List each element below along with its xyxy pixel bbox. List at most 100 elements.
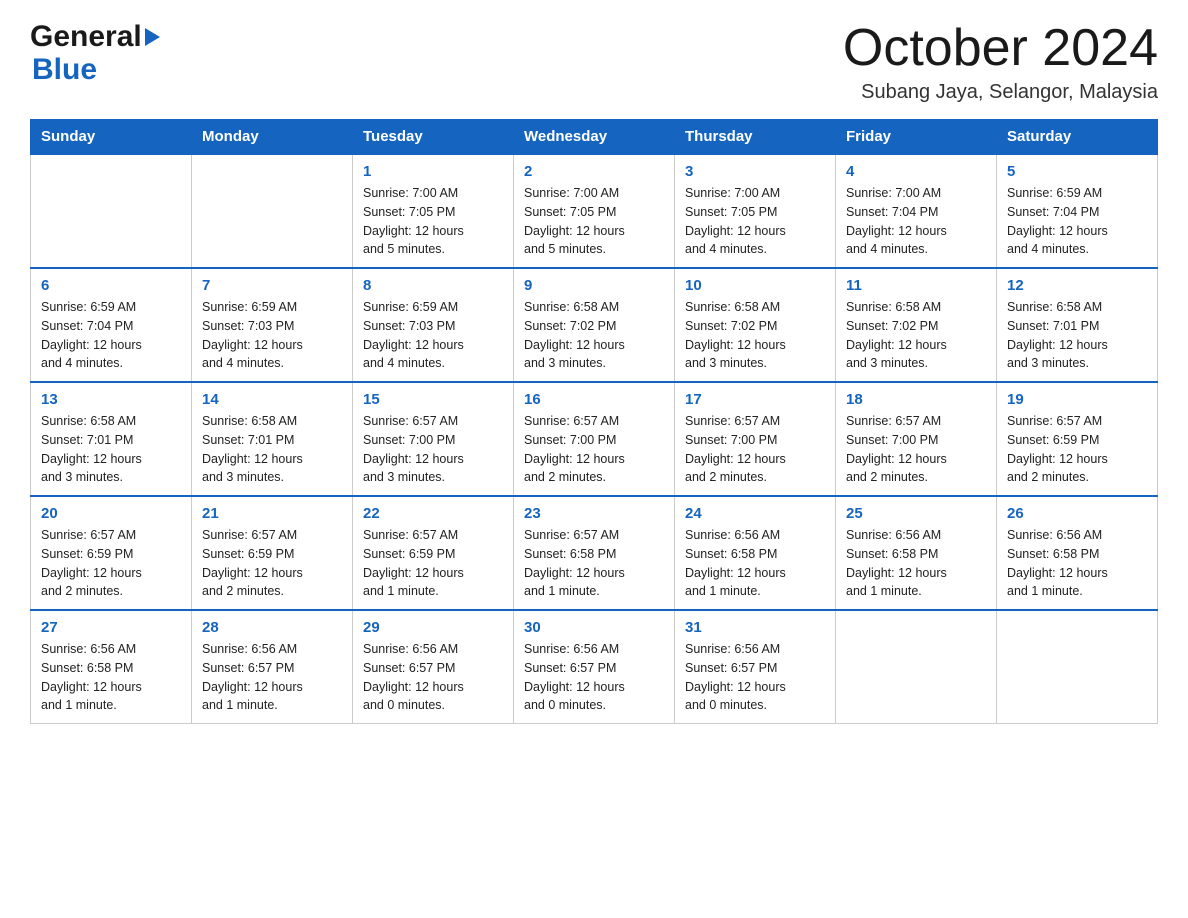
day-info-line: Sunset: 7:04 PM	[846, 205, 938, 219]
day-number: 10	[685, 277, 825, 294]
day-info-line: and 0 minutes.	[685, 698, 767, 712]
day-info-line: Daylight: 12 hours	[1007, 224, 1108, 238]
day-cell-7: 7Sunrise: 6:59 AMSunset: 7:03 PMDaylight…	[192, 268, 353, 382]
day-number: 2	[524, 163, 664, 180]
day-info-line: Sunset: 6:58 PM	[1007, 547, 1099, 561]
day-info-line: and 2 minutes.	[1007, 470, 1089, 484]
title-section: October 2024 Subang Jaya, Selangor, Mala…	[843, 20, 1158, 104]
day-info-line: Daylight: 12 hours	[524, 680, 625, 694]
day-cell-2: 2Sunrise: 7:00 AMSunset: 7:05 PMDaylight…	[514, 154, 675, 268]
day-info-line: Sunset: 7:00 PM	[363, 433, 455, 447]
week-row-1: 1 Sunrise: 7:00 AM Sunset: 7:05 PM Daylight…	[31, 154, 1158, 268]
calendar-body: 1 Sunrise: 7:00 AM Sunset: 7:05 PM Daylight…	[31, 154, 1158, 724]
day-info-line: and 1 minute.	[524, 584, 600, 598]
day-cell-15: 15Sunrise: 6:57 AMSunset: 7:00 PMDayligh…	[353, 382, 514, 496]
day-cell-17: 17 Sunrise: 6:57 AM Sunset: 7:00 PM Dayligh…	[675, 382, 836, 496]
day-info-line: Sunset: 6:59 PM	[1007, 433, 1099, 447]
day-info-line: and 3 minutes.	[202, 470, 284, 484]
day-info-line: and 2 minutes.	[846, 470, 928, 484]
day-info-line: Sunrise: 6:59 AM	[202, 300, 297, 314]
day-cell-9: 9Sunrise: 6:58 AMSunset: 7:02 PMDaylight…	[514, 268, 675, 382]
day-info-line: and 1 minute.	[1007, 584, 1083, 598]
day-info-line: and 1 minute.	[846, 584, 922, 598]
day-cell-21: 21Sunrise: 6:57 AMSunset: 6:59 PMDayligh…	[192, 496, 353, 610]
logo: General Blue	[30, 20, 160, 86]
day-info-line: Sunrise: 6:57 AM	[363, 528, 458, 542]
day-info-line: Daylight: 12 hours	[685, 566, 786, 580]
day-info-line: Sunset: 6:58 PM	[846, 547, 938, 561]
day-number: 17	[685, 391, 825, 408]
day-info-line: Sunset: 7:05 PM	[524, 205, 616, 219]
day-cell-6: 6Sunrise: 6:59 AMSunset: 7:04 PMDaylight…	[31, 268, 192, 382]
day-info-line: Sunset: 7:05 PM	[363, 205, 455, 219]
day-info-line: Sunset: 7:00 PM	[685, 433, 777, 447]
day-number: 24	[685, 505, 825, 522]
day-info-line: and 3 minutes.	[846, 356, 928, 370]
day-info-line: Daylight: 12 hours	[202, 338, 303, 352]
day-info-line: Sunset: 7:00 PM	[846, 433, 938, 447]
location-subtitle: Subang Jaya, Selangor, Malaysia	[843, 81, 1158, 104]
day-info-line: and 0 minutes.	[363, 698, 445, 712]
day-info-line: Daylight: 12 hours	[363, 452, 464, 466]
day-number: 1	[363, 163, 503, 180]
day-info-line: Daylight: 12 hours	[685, 452, 786, 466]
day-info-line: and 2 minutes.	[202, 584, 284, 598]
day-info-line: Daylight: 12 hours	[41, 680, 142, 694]
day-number: 31	[685, 619, 825, 636]
day-info-line: and 4 minutes.	[685, 242, 767, 256]
day-cell-11: 11Sunrise: 6:58 AMSunset: 7:02 PMDayligh…	[836, 268, 997, 382]
day-number: 21	[202, 505, 342, 522]
day-info-line: and 2 minutes.	[685, 470, 767, 484]
day-info-line: Sunrise: 6:56 AM	[41, 642, 136, 656]
day-info-line: Sunrise: 7:00 AM	[846, 186, 941, 200]
day-info-line: Sunrise: 6:57 AM	[685, 414, 780, 428]
day-info-line: Sunrise: 7:00 AM	[363, 186, 458, 200]
day-number: 3	[685, 163, 825, 180]
day-number: 16	[524, 391, 664, 408]
day-info-line: and 3 minutes.	[1007, 356, 1089, 370]
day-info-line: Sunrise: 6:56 AM	[685, 528, 780, 542]
day-info-line: Sunset: 7:05 PM	[685, 205, 777, 219]
col-header-friday: Friday	[836, 120, 997, 155]
logo-general-text: General	[30, 20, 142, 53]
day-info-line: Daylight: 12 hours	[363, 224, 464, 238]
col-header-thursday: Thursday	[675, 120, 836, 155]
day-info-line: Sunrise: 6:57 AM	[1007, 414, 1102, 428]
day-info-line: Sunset: 6:59 PM	[363, 547, 455, 561]
day-info-line: Sunrise: 6:58 AM	[41, 414, 136, 428]
day-info-line: Sunset: 7:01 PM	[1007, 319, 1099, 333]
day-info-line: and 0 minutes.	[524, 698, 606, 712]
day-info-line: Sunrise: 6:58 AM	[524, 300, 619, 314]
day-info-line: and 3 minutes.	[524, 356, 606, 370]
day-number: 9	[524, 277, 664, 294]
day-info-line: Sunset: 7:04 PM	[1007, 205, 1099, 219]
day-info-line: and 1 minute.	[685, 584, 761, 598]
day-info-line: Sunset: 6:57 PM	[202, 661, 294, 675]
day-info-line: Daylight: 12 hours	[524, 452, 625, 466]
day-number: 26	[1007, 505, 1147, 522]
day-info-line: Sunset: 6:57 PM	[363, 661, 455, 675]
day-cell-24: 24Sunrise: 6:56 AMSunset: 6:58 PMDayligh…	[675, 496, 836, 610]
day-cell-22: 22Sunrise: 6:57 AMSunset: 6:59 PMDayligh…	[353, 496, 514, 610]
day-info-line: Sunset: 7:03 PM	[202, 319, 294, 333]
logo-blue-text: Blue	[32, 53, 160, 86]
week-row-3: 13Sunrise: 6:58 AMSunset: 7:01 PMDayligh…	[31, 382, 1158, 496]
day-info-line: Sunrise: 6:57 AM	[524, 528, 619, 542]
day-info-line: Daylight: 12 hours	[363, 566, 464, 580]
day-number: 25	[846, 505, 986, 522]
day-cell-25: 25Sunrise: 6:56 AMSunset: 6:58 PMDayligh…	[836, 496, 997, 610]
day-info-line: and 5 minutes.	[524, 242, 606, 256]
day-info-line: Daylight: 12 hours	[524, 224, 625, 238]
col-header-wednesday: Wednesday	[514, 120, 675, 155]
day-info-line: and 4 minutes.	[202, 356, 284, 370]
day-cell-3: 3Sunrise: 7:00 AMSunset: 7:05 PMDaylight…	[675, 154, 836, 268]
day-info-line: Daylight: 12 hours	[846, 224, 947, 238]
logo-arrow-icon	[145, 28, 160, 46]
day-info-line: Sunrise: 6:59 AM	[363, 300, 458, 314]
day-number: 5	[1007, 163, 1147, 180]
day-info-line: and 4 minutes.	[1007, 242, 1089, 256]
week-row-2: 6Sunrise: 6:59 AMSunset: 7:04 PMDaylight…	[31, 268, 1158, 382]
day-cell-29: 29Sunrise: 6:56 AMSunset: 6:57 PMDayligh…	[353, 610, 514, 724]
day-info-line: and 3 minutes.	[685, 356, 767, 370]
day-cell-10: 10Sunrise: 6:58 AMSunset: 7:02 PMDayligh…	[675, 268, 836, 382]
